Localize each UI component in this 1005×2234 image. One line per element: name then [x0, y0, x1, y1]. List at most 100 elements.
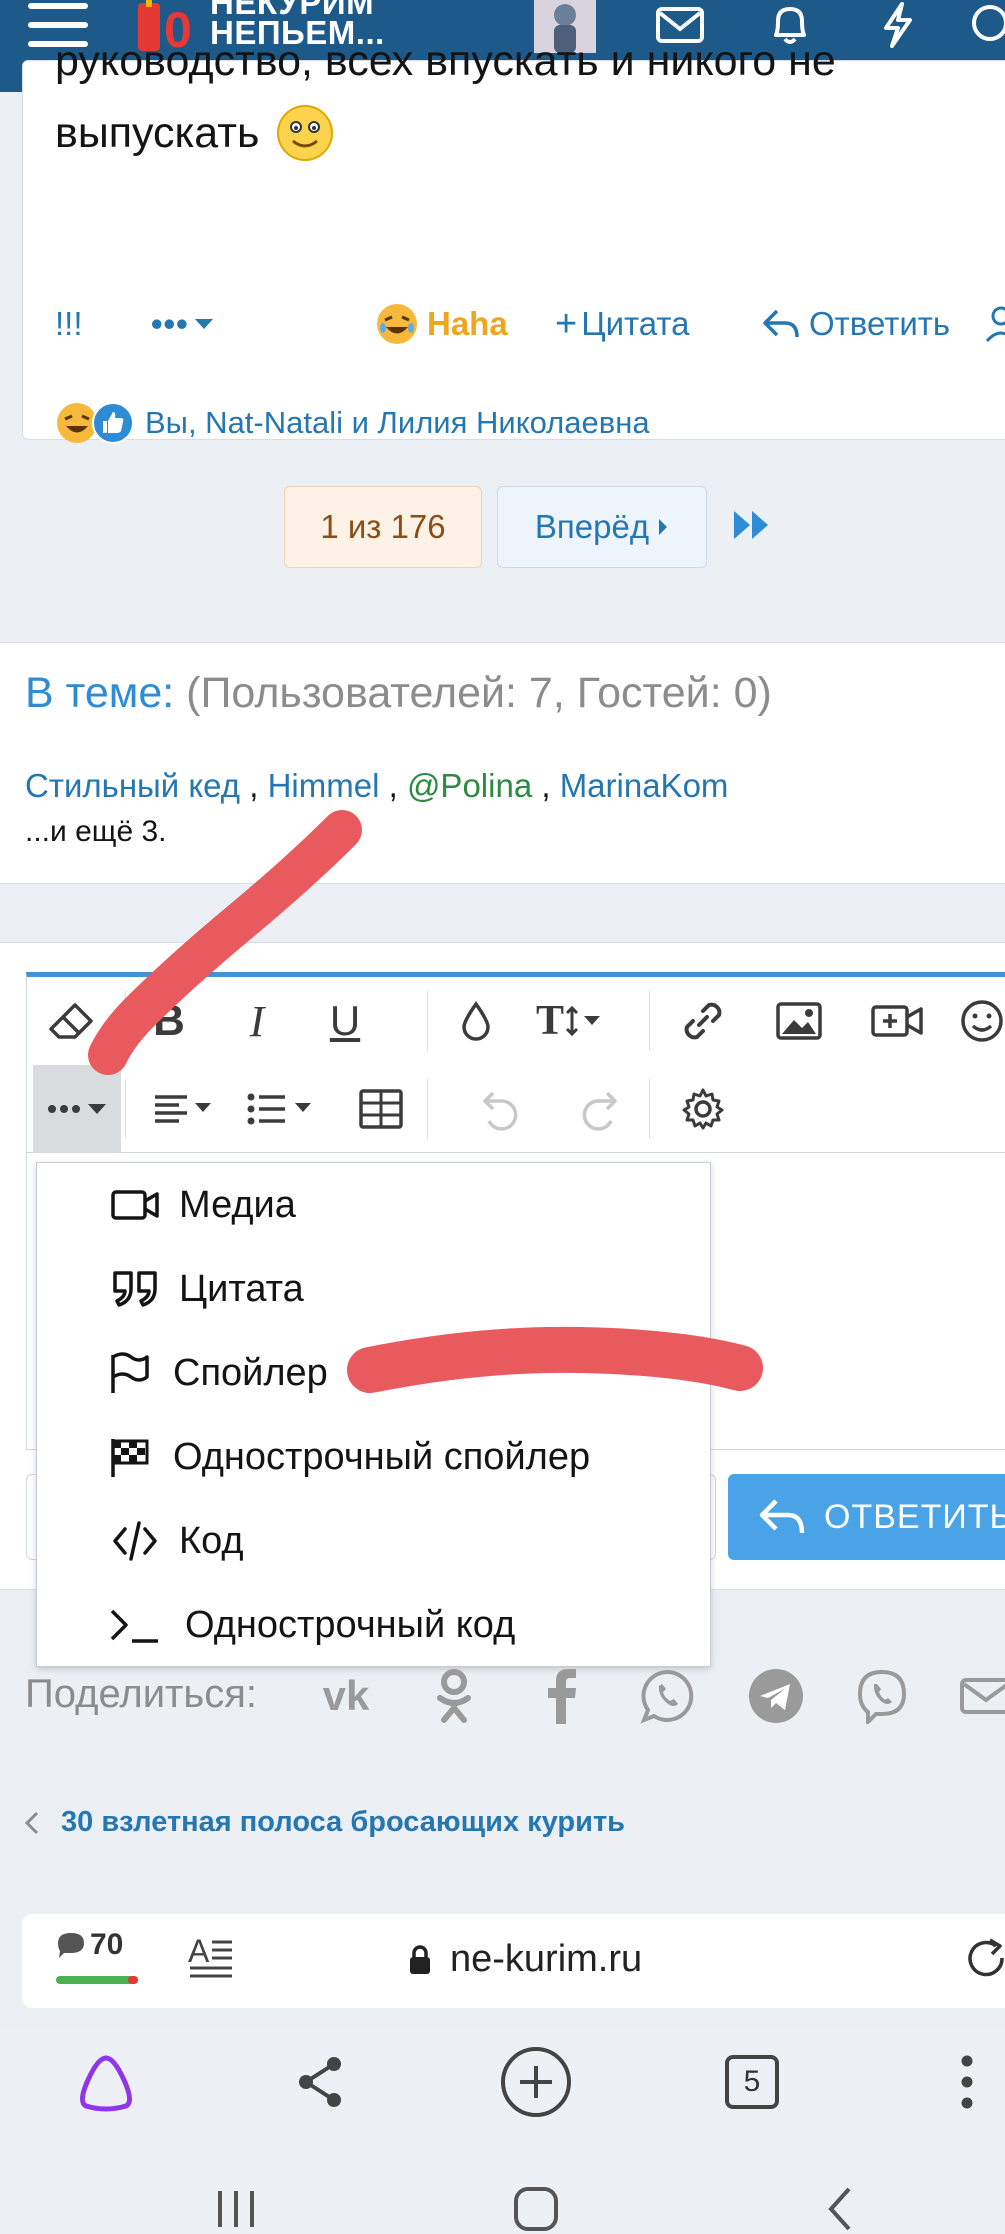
- new-tab-icon[interactable]: [496, 2046, 576, 2118]
- clear-formatting-icon[interactable]: [27, 977, 115, 1065]
- chevron-left-icon: [25, 1811, 39, 1834]
- reactions-users: Вы, Nat-Natali и Лилия Николаевна: [145, 405, 650, 440]
- recent-apps-icon[interactable]: [196, 2182, 276, 2232]
- back-icon[interactable]: [800, 2182, 880, 2232]
- toolbar-divider: [649, 991, 650, 1051]
- menu-item-inline-spoiler[interactable]: Однострочный спойлер: [37, 1415, 712, 1499]
- settings-gear-icon[interactable]: [659, 1065, 747, 1153]
- code-icon: [105, 1519, 165, 1563]
- italic-icon[interactable]: I: [213, 977, 301, 1065]
- insert-more-button[interactable]: [33, 1065, 121, 1153]
- menu-item-label: Однострочный спойлер: [173, 1435, 591, 1478]
- font-size-icon[interactable]: T: [515, 977, 625, 1065]
- chevron-down-icon: [194, 319, 213, 329]
- post-more-menu[interactable]: •••: [151, 299, 215, 349]
- toolbar-divider: [427, 991, 428, 1051]
- online-title-label: В теме:: [25, 669, 175, 717]
- list-icon[interactable]: [233, 1065, 337, 1153]
- haha-label: Haha: [427, 305, 508, 342]
- menu-item-code[interactable]: Код: [37, 1499, 712, 1583]
- viber-icon[interactable]: [850, 1664, 914, 1728]
- reply-arrow-icon: [763, 309, 799, 338]
- post-message: руководство, всех впускать и никого не в…: [55, 37, 836, 169]
- telegram-icon[interactable]: [744, 1664, 808, 1728]
- reload-icon[interactable]: [966, 1936, 1005, 1984]
- reactions-summary[interactable]: Вы, Nat-Natali и Лилия Николаевна: [55, 401, 650, 445]
- online-user-list: Стильный кед , Himmel , @Polina , Marina…: [25, 767, 729, 804]
- pagination-last-button[interactable]: [730, 505, 774, 545]
- lock-icon: [410, 1944, 430, 1974]
- home-icon[interactable]: [496, 2182, 576, 2232]
- comment-bubble-icon: [58, 1933, 84, 1958]
- exclaim-link[interactable]: !!!: [55, 299, 83, 349]
- breadcrumb[interactable]: 30 взлетная полоса бросающих курить: [25, 1806, 625, 1839]
- comments-counter[interactable]: 70: [56, 1928, 123, 1962]
- redo-icon[interactable]: [555, 1065, 643, 1153]
- browser-menu-icon[interactable]: [928, 2046, 1005, 2118]
- plus-icon: +: [555, 303, 578, 345]
- mail-icon[interactable]: [958, 1664, 1005, 1728]
- share-label: Поделиться:: [25, 1672, 257, 1716]
- vk-icon[interactable]: vk: [314, 1664, 378, 1728]
- svg-text:A: A: [188, 1933, 210, 1969]
- reader-mode-icon[interactable]: A: [186, 1932, 234, 1980]
- smile-emoji-icon: [275, 103, 335, 163]
- undo-icon[interactable]: [457, 1065, 545, 1153]
- post-text-line-2: выпускать: [55, 109, 260, 157]
- menu-item-label: Спойлер: [173, 1351, 328, 1394]
- toolbar-divider: [649, 1079, 650, 1139]
- toolbar-divider: [125, 1079, 126, 1139]
- align-icon[interactable]: [143, 1065, 233, 1153]
- editor-toolbar-row-2: [27, 1065, 1005, 1153]
- emoji-icon[interactable]: [947, 977, 1005, 1065]
- quote-button[interactable]: + Цитата: [555, 299, 690, 349]
- caret-right-icon: [659, 519, 668, 535]
- underline-icon[interactable]: U: [301, 977, 389, 1065]
- link-icon[interactable]: [659, 977, 747, 1065]
- online-user-link[interactable]: Стильный кед: [25, 767, 240, 804]
- breadcrumb-label: 30 взлетная полоса бросающих курить: [61, 1806, 625, 1838]
- pagination-current-page[interactable]: 1 из 176: [284, 486, 482, 568]
- alice-assistant-icon[interactable]: [66, 2046, 146, 2118]
- tabs-counter[interactable]: 5: [712, 2046, 792, 2118]
- terminal-icon: [105, 1605, 165, 1645]
- menu-item-media[interactable]: Медиа: [37, 1163, 712, 1247]
- toolbar-divider: [427, 1079, 428, 1139]
- online-user-link[interactable]: Himmel: [268, 767, 380, 804]
- facebook-icon[interactable]: [530, 1664, 594, 1728]
- text-color-icon[interactable]: [432, 977, 520, 1065]
- fast-forward-icon: [734, 511, 768, 539]
- table-icon[interactable]: [337, 1065, 425, 1153]
- online-user-link[interactable]: @Polina: [407, 767, 532, 804]
- submit-reply-button[interactable]: ОТВЕТИТЬ: [728, 1474, 1005, 1560]
- online-user-link[interactable]: MarinaKom: [560, 767, 729, 804]
- post-actions-bar: !!! ••• Haha + Цитата Ответить: [55, 299, 1005, 349]
- url-field[interactable]: ne-kurim.ru: [408, 1938, 642, 1981]
- odnoklassniki-icon[interactable]: [422, 1664, 486, 1728]
- url-text: ne-kurim.ru: [450, 1938, 643, 1980]
- online-users-block: В теме: (Пользователей: 7, Гостей: 0) Ст…: [0, 642, 1005, 884]
- flag-icon: [99, 1351, 159, 1395]
- video-icon: [105, 1189, 165, 1221]
- video-add-icon[interactable]: [853, 977, 941, 1065]
- haha-reaction-button[interactable]: Haha: [375, 299, 508, 349]
- menu-item-label: Однострочный код: [185, 1603, 516, 1646]
- image-icon[interactable]: [755, 977, 843, 1065]
- reply-link[interactable]: Ответить: [761, 299, 950, 349]
- post-text-line-2-wrapper: выпускать: [55, 97, 836, 169]
- online-counts: (Пользователей: 7, Гостей: 0): [186, 669, 772, 717]
- user-icon[interactable]: [985, 299, 1005, 349]
- like-reaction-icon: [92, 402, 134, 444]
- lightning-icon[interactable]: [866, 0, 930, 50]
- menu-item-inline-code[interactable]: Однострочный код: [37, 1583, 712, 1667]
- bold-icon[interactable]: B: [125, 977, 213, 1065]
- whatsapp-icon[interactable]: [636, 1664, 700, 1728]
- search-icon[interactable]: [966, 0, 1005, 50]
- menu-item-spoiler[interactable]: Спойлер: [37, 1331, 712, 1415]
- menu-item-quote[interactable]: Цитата: [37, 1247, 712, 1331]
- pagination-next-button[interactable]: Вперёд: [497, 486, 707, 568]
- editor-toolbar-row-1: B I U T: [27, 977, 1005, 1065]
- reply-arrow-icon: [759, 1499, 805, 1534]
- share-icon[interactable]: [280, 2046, 360, 2118]
- rating-bar: [56, 1976, 138, 1984]
